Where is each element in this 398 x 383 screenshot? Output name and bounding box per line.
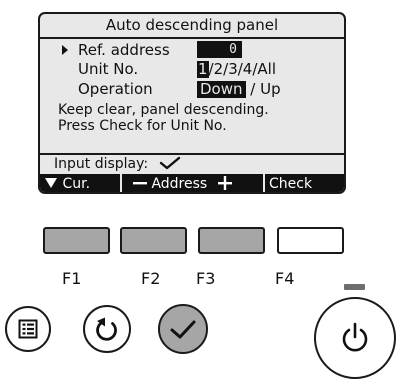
message-line-2: Press Check for Unit No. [58, 118, 227, 134]
fkey-f4-label: Check [269, 176, 313, 192]
confirm-button[interactable] [158, 304, 208, 354]
operation-options: Down / Up [197, 80, 281, 98]
check-icon [170, 320, 196, 339]
cursor-arrow-icon [62, 45, 68, 55]
power-icon [342, 322, 368, 352]
unit-no-label: Unit No. [78, 60, 139, 78]
screen-title: Auto descending panel [40, 14, 344, 39]
fkey-separator [120, 174, 122, 192]
operation-rest: / Up [245, 80, 281, 98]
f3-label: F3 [196, 269, 216, 288]
f1-label: F1 [62, 269, 82, 288]
plus-icon [217, 176, 232, 190]
menu-icon [18, 319, 38, 339]
fkey-f1-label: Cur. [44, 174, 91, 192]
return-button[interactable] [83, 305, 131, 353]
unit-no-selected: 1 [197, 60, 209, 78]
ref-address-label: Ref. address [78, 41, 170, 59]
f2-label: F2 [141, 269, 161, 288]
fkey-address-text: Address [151, 176, 208, 192]
power-led [344, 284, 365, 290]
fkey-f1-text: Cur. [62, 176, 91, 192]
f4-label: F4 [275, 269, 295, 288]
f2-button[interactable] [120, 227, 187, 254]
check-icon [159, 156, 181, 175]
menu-button[interactable] [5, 306, 51, 352]
f1-button[interactable] [43, 227, 110, 254]
minus-icon [133, 182, 147, 185]
triangle-down-icon [45, 178, 57, 188]
input-display: Input display: [54, 155, 181, 175]
power-button[interactable] [314, 297, 396, 379]
unit-no-options: 1/2/3/4/All [197, 60, 276, 78]
f4-button[interactable] [277, 227, 344, 254]
operation-label: Operation [78, 80, 153, 98]
input-display-label: Input display: [54, 156, 149, 172]
function-key-bar: Cur. Address Check [40, 174, 344, 192]
operation-selected: Down [197, 81, 246, 98]
unit-no-rest: /2/3/4/All [208, 60, 276, 78]
fkey-separator [263, 174, 265, 192]
lcd-screen: Auto descending panel Ref. address 0 Uni… [38, 12, 346, 194]
ref-address-value: 0 [197, 41, 242, 58]
return-icon [96, 317, 117, 341]
fkey-f2-f3-label: Address [133, 174, 232, 192]
message-line-1: Keep clear, panel descending. [58, 102, 269, 118]
f3-button[interactable] [198, 227, 265, 254]
